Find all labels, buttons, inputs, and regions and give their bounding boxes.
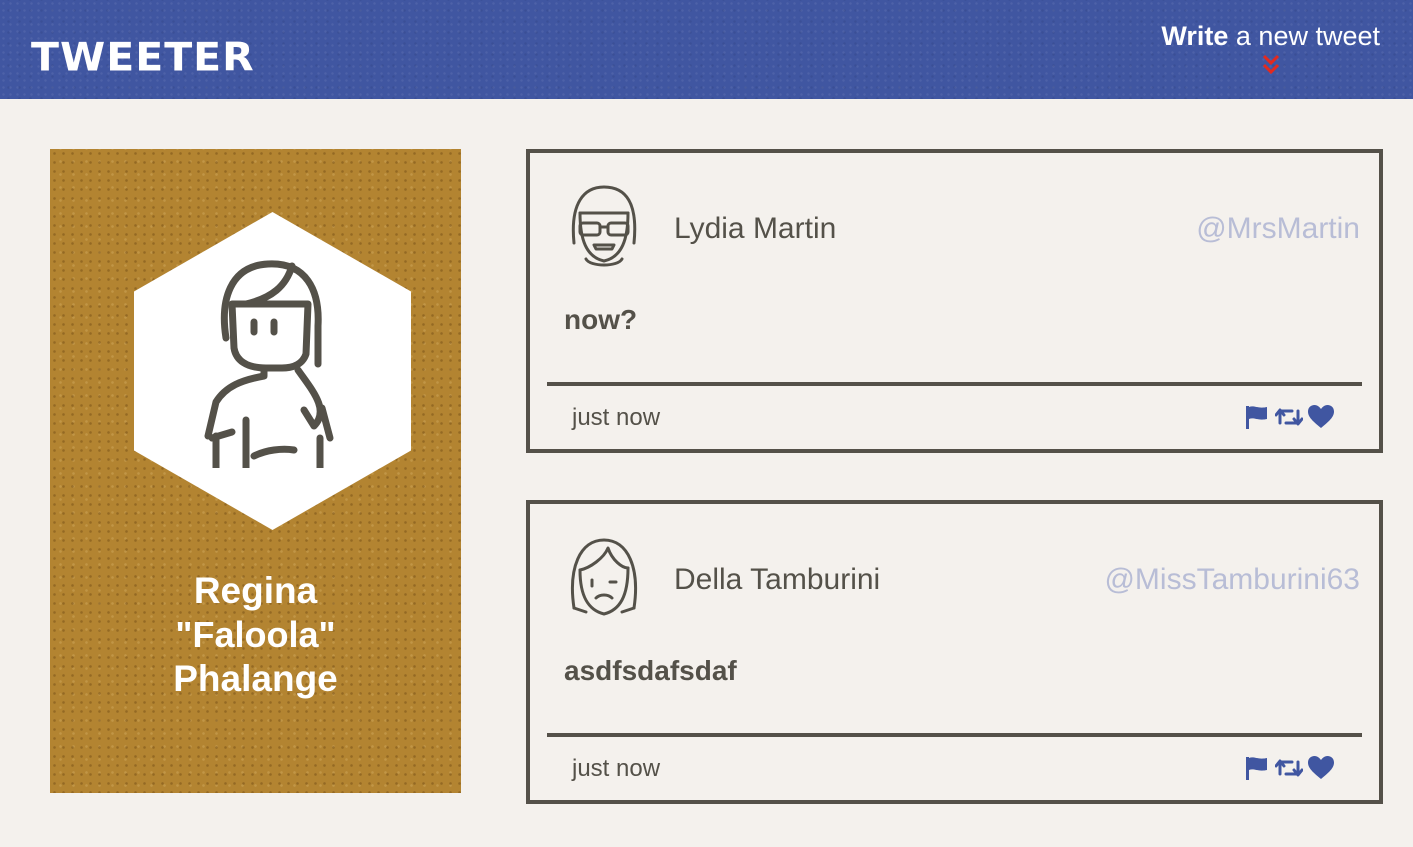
tweet-author-name[interactable]: Lydia Martin (674, 211, 836, 247)
retweet-icon[interactable] (1274, 755, 1304, 781)
write-new-tweet-label: Write a new tweet (1161, 19, 1380, 53)
write-label-rest: a new tweet (1228, 21, 1380, 51)
tweet-card: Lydia Martin @MrsMartin now? just now (526, 149, 1383, 453)
profile-avatar-hexagon (134, 212, 411, 530)
heart-icon[interactable] (1307, 404, 1335, 430)
profile-first-name: Regina (193, 570, 318, 611)
frowning-girl-avatar-icon (571, 538, 637, 616)
profile-name: Regina "Faloola" Phalange (50, 569, 461, 701)
sunglasses-girl-avatar-icon (571, 185, 637, 267)
woman-avatar-icon (204, 260, 334, 468)
flag-icon[interactable] (1243, 755, 1271, 781)
write-label-bold: Write (1161, 21, 1229, 51)
profile-card: Regina "Faloola" Phalange (50, 149, 461, 793)
tweet-author-handle[interactable]: @MissTamburini63 (1104, 562, 1360, 598)
retweet-icon[interactable] (1274, 404, 1304, 430)
double-chevron-down-icon[interactable] (1261, 53, 1281, 77)
tweet-divider (547, 382, 1362, 386)
tweet-card: Della Tamburini @MissTamburini63 asdfsda… (526, 500, 1383, 804)
profile-nickname: "Faloola" (175, 614, 336, 655)
tweet-actions (1243, 755, 1335, 781)
write-new-tweet-toggle[interactable]: Write a new tweet (1161, 19, 1380, 77)
profile-last-name: Phalange (173, 658, 338, 699)
tweet-actions (1243, 404, 1335, 430)
heart-icon[interactable] (1307, 755, 1335, 781)
tweet-body: asdfsdafsdaf (564, 655, 737, 686)
tweet-author-name[interactable]: Della Tamburini (674, 562, 880, 598)
tweet-author-handle[interactable]: @MrsMartin (1196, 211, 1360, 247)
tweet-divider (547, 733, 1362, 737)
tweet-timestamp: just now (572, 755, 661, 782)
tweet-body: now? (564, 304, 638, 335)
top-nav: TWEETER Write a new tweet (0, 0, 1413, 99)
brand-logo[interactable]: TWEETER (31, 33, 255, 81)
tweet-timestamp: just now (572, 404, 661, 431)
flag-icon[interactable] (1243, 404, 1271, 430)
